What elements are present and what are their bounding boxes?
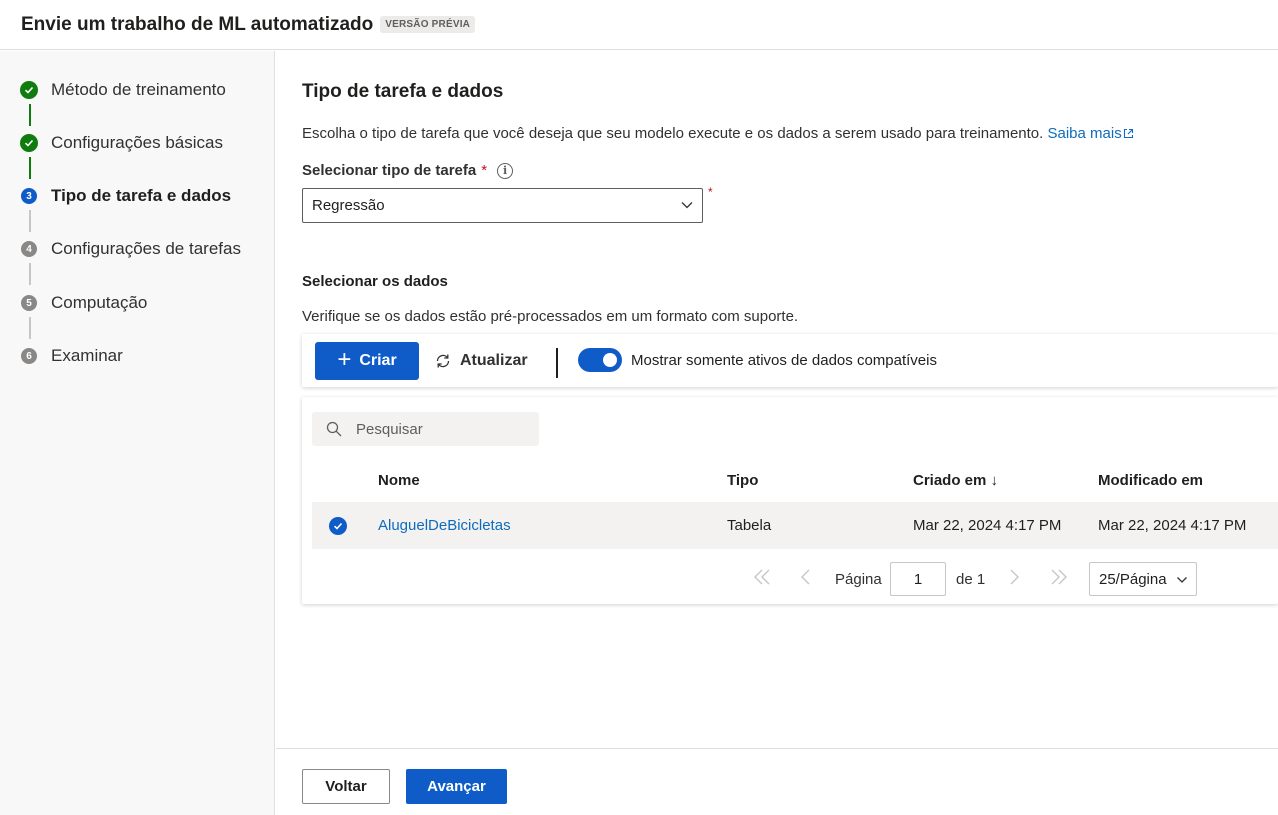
data-assets-grid: Pesquisar Nome Tipo Criado em ↓ Modifica… [302, 397, 1278, 604]
step-label: Configurações básicas [51, 133, 223, 152]
step-compute[interactable]: 5 Computação [20, 293, 147, 313]
column-header-modified[interactable]: Modificado em [1098, 472, 1203, 489]
toolbar-divider [556, 348, 558, 378]
step-task-settings[interactable]: 4 Configurações de tarefas [20, 239, 241, 259]
data-toolbar: + Criar Atualizar Mostrar somente ativos… [302, 334, 1278, 387]
plus-icon: + [337, 345, 352, 373]
table-row[interactable]: AluguelDeBicicletas Tabela Mar 22, 2024 … [312, 502, 1278, 549]
toggle-knob [603, 353, 617, 367]
data-heading: Selecionar os dados [302, 273, 448, 290]
search-placeholder: Pesquisar [356, 420, 423, 438]
chevron-down-icon [681, 202, 693, 209]
column-header-type[interactable]: Tipo [727, 472, 758, 489]
checkmark-icon [20, 81, 38, 99]
asset-modified: Mar 22, 2024 4:17 PM [1098, 517, 1247, 534]
section-heading: Tipo de tarefa e dados [302, 81, 504, 102]
page-label: Página [835, 571, 882, 588]
step-label: Método de treinamento [51, 80, 226, 99]
learn-more-label: Saiba mais [1047, 125, 1122, 142]
page-count-label: de 1 [956, 571, 986, 588]
page-size-dropdown[interactable]: 25/Página [1089, 562, 1197, 596]
refresh-button[interactable]: Atualizar [434, 342, 528, 380]
checkmark-icon [333, 522, 343, 530]
chevron-down-icon [1177, 577, 1187, 583]
task-type-value: Regressão [312, 197, 385, 214]
search-icon [326, 421, 342, 437]
back-button[interactable]: Voltar [302, 769, 390, 804]
step-label: Computação [51, 293, 148, 312]
data-description: Verifique se os dados estão pré-processa… [302, 308, 799, 325]
step-review[interactable]: 6 Examinar [20, 346, 123, 366]
task-type-label: Selecionar tipo de tarefa * i [302, 162, 514, 179]
step-training-method[interactable]: Método de treinamento [20, 80, 226, 100]
asset-created: Mar 22, 2024 4:17 PM [913, 517, 1062, 534]
step-task-type-data[interactable]: 3 Tipo de tarefa e dados [20, 186, 231, 206]
column-header-name[interactable]: Nome [378, 472, 420, 489]
required-marker: * [481, 162, 488, 179]
section-description: Escolha o tipo de tarefa que você deseja… [302, 125, 1134, 142]
column-header-created[interactable]: Criado em ↓ [913, 472, 998, 489]
create-label: Criar [359, 352, 397, 369]
preview-badge: VERSÃO PRÉVIA [380, 16, 476, 33]
refresh-icon [436, 354, 450, 368]
task-type-dropdown[interactable]: Regressão [302, 188, 703, 223]
next-button[interactable]: Avançar [406, 769, 507, 804]
page-header: Envie um trabalho de ML automatizado VER… [0, 0, 1278, 50]
description-text: Escolha o tipo de tarefa que você deseja… [302, 125, 1044, 142]
page-number-input[interactable]: 1 [890, 562, 946, 596]
wizard-footer: Voltar Avançar [276, 748, 1278, 815]
create-button[interactable]: + Criar [315, 342, 419, 380]
search-input[interactable]: Pesquisar [312, 412, 539, 446]
wizard-sidebar: Método de treinamento Configurações bási… [0, 51, 275, 815]
toggle-label: Mostrar somente ativos de dados compatív… [631, 352, 937, 369]
asset-name-link[interactable]: AluguelDeBicicletas [378, 517, 511, 534]
refresh-label: Atualizar [460, 352, 528, 369]
step-number: 3 [21, 188, 37, 204]
page-title: Envie um trabalho de ML automatizado [21, 13, 374, 35]
asset-type: Tabela [727, 517, 772, 534]
step-connector [29, 317, 31, 339]
row-selected-checkbox[interactable] [329, 517, 347, 535]
compatible-assets-toggle[interactable] [578, 348, 622, 372]
step-number: 6 [21, 348, 37, 364]
step-basic-settings[interactable]: Configurações básicas [20, 133, 223, 153]
last-page-icon[interactable] [1048, 567, 1070, 587]
required-marker: * [708, 185, 713, 199]
step-connector [29, 210, 31, 232]
step-number: 5 [21, 295, 37, 311]
step-number: 4 [21, 241, 37, 257]
step-connector [29, 157, 31, 179]
step-label: Tipo de tarefa e dados [51, 186, 232, 205]
checkmark-icon [20, 134, 38, 152]
step-label: Configurações de tarefas [51, 239, 241, 258]
learn-more-link[interactable]: Saiba mais [1048, 125, 1134, 142]
step-connector [29, 263, 31, 285]
page-size-value: 25/Página [1099, 570, 1167, 588]
step-label: Examinar [51, 346, 123, 365]
first-page-icon[interactable] [751, 567, 773, 587]
previous-page-icon[interactable] [799, 567, 813, 587]
step-connector [29, 104, 31, 126]
main-content: Tipo de tarefa e dados Escolha o tipo de… [276, 51, 1278, 748]
next-page-icon[interactable] [1007, 567, 1021, 587]
external-link-icon [1123, 128, 1133, 139]
task-type-label-text: Selecionar tipo de tarefa [302, 162, 477, 179]
info-icon[interactable]: i [497, 162, 514, 179]
